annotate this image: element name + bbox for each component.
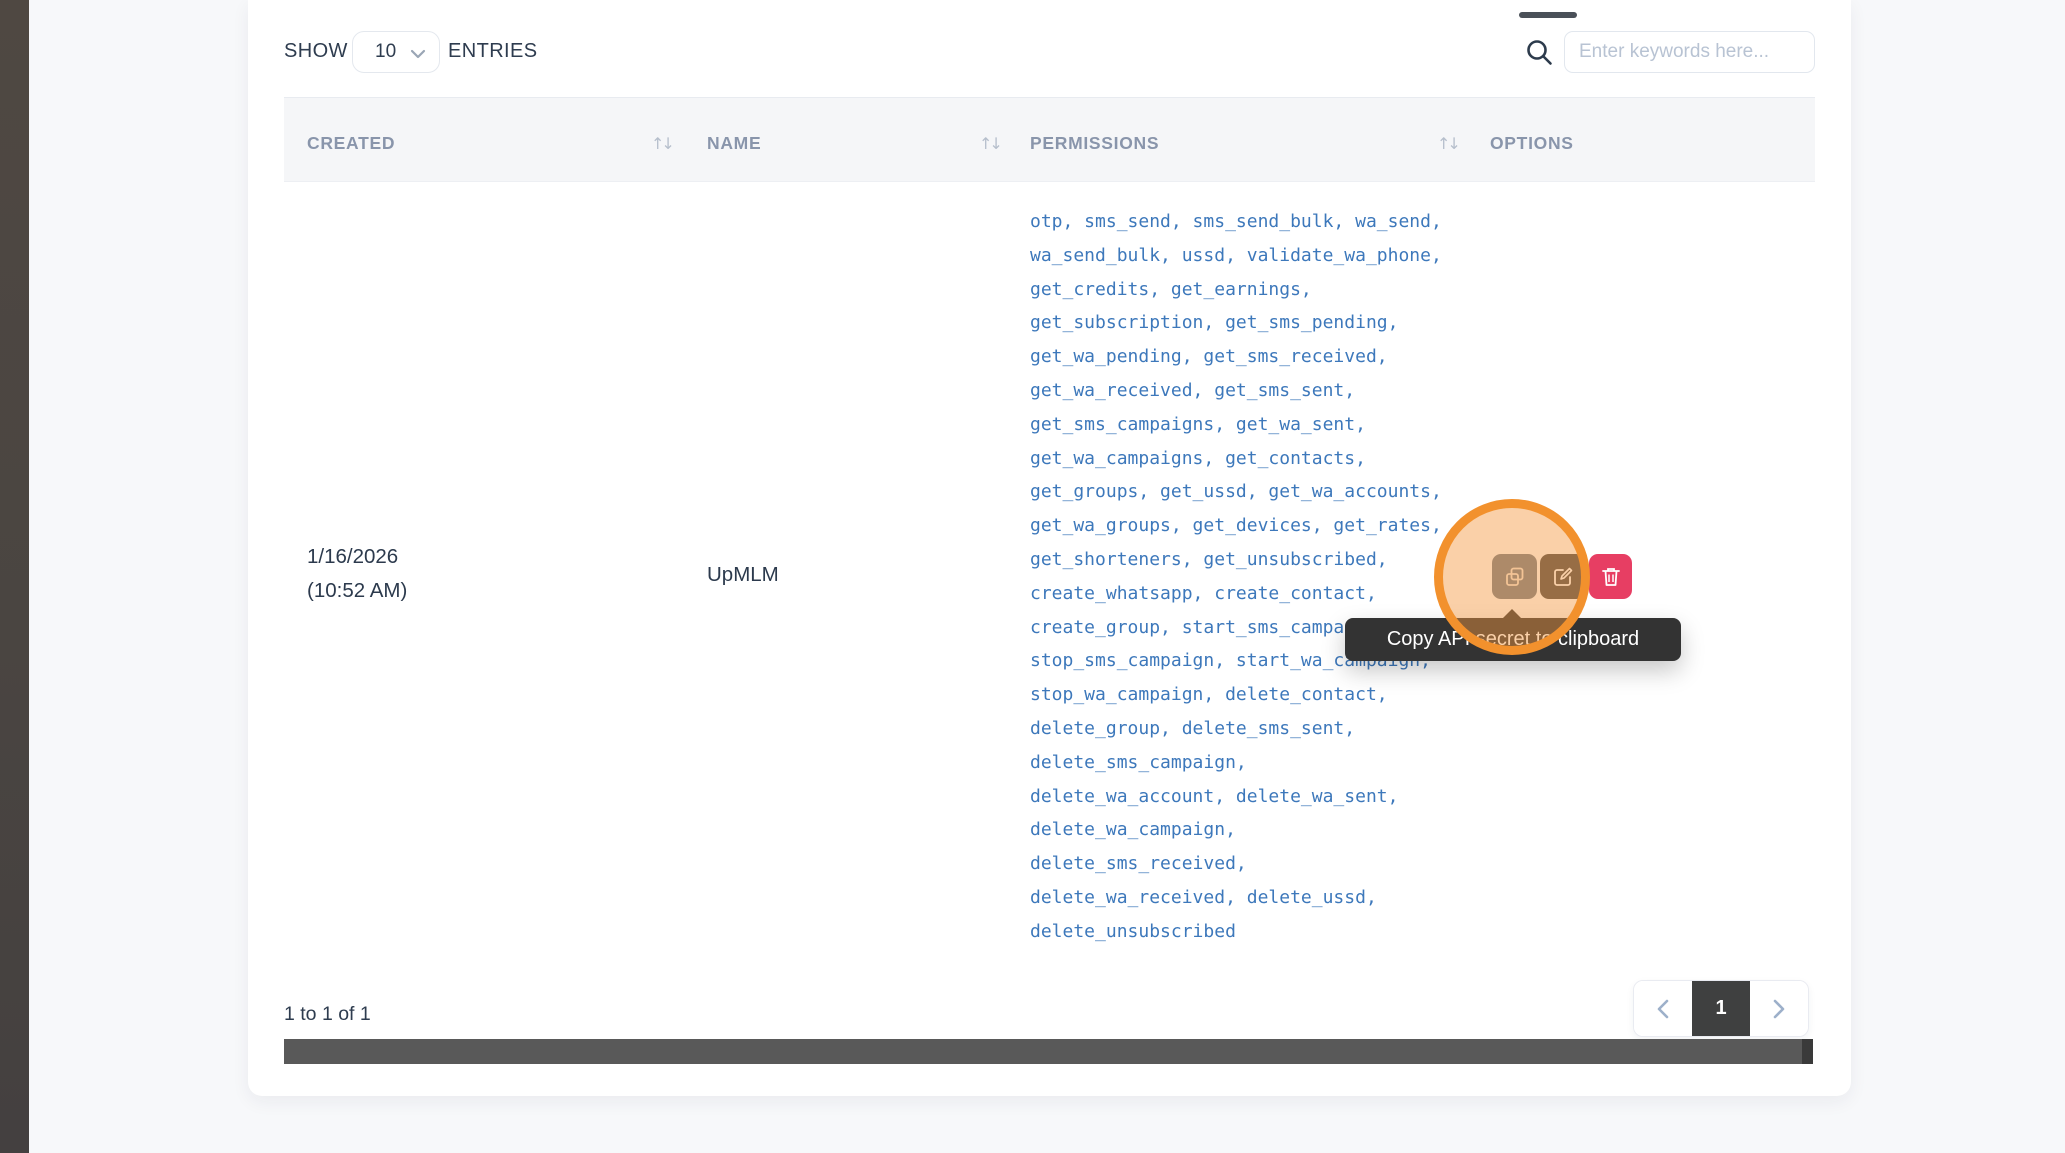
chevron-left-icon: [1655, 998, 1671, 1020]
created-cell: 1/16/2026 (10:52 AM): [307, 540, 407, 608]
sort-arrows-icon[interactable]: ↑↓: [1437, 134, 1458, 153]
pagination-range-text: 1 to 1 of 1: [284, 1003, 371, 1026]
next-page-button[interactable]: [1750, 981, 1808, 1036]
name-cell: UpMLM: [707, 563, 779, 587]
tooltip: Copy API secret to clipboard: [1345, 618, 1681, 661]
scrollbar-track-end: [1802, 1039, 1813, 1064]
trash-icon: [1601, 566, 1621, 587]
cutoff-element-top: [1519, 12, 1577, 18]
sort-arrows-icon[interactable]: ↑↓: [651, 134, 672, 153]
column-header-name[interactable]: NAME: [707, 133, 761, 154]
edit-icon: [1552, 566, 1574, 588]
permissions-cell: otp, sms_send, sms_send_bulk, wa_send, w…: [1030, 205, 1480, 949]
search-input[interactable]: [1564, 31, 1815, 73]
tooltip-arrow: [1502, 609, 1522, 619]
entries-per-page-select[interactable]: 10: [352, 31, 440, 73]
copy-icon: [1504, 566, 1526, 588]
column-header-created[interactable]: CREATED: [307, 133, 395, 154]
desktop-background-strip: [0, 0, 29, 1153]
horizontal-scrollbar[interactable]: [284, 1039, 1813, 1064]
show-label: SHOW: [284, 40, 348, 63]
column-header-permissions[interactable]: PERMISSIONS: [1030, 133, 1159, 154]
sort-arrows-icon[interactable]: ↑↓: [979, 134, 1000, 153]
created-date: 1/16/2026: [307, 540, 407, 574]
copy-api-secret-button[interactable]: [1492, 554, 1537, 599]
edit-button[interactable]: [1540, 554, 1585, 599]
created-time: (10:52 AM): [307, 574, 407, 608]
chevron-down-icon: [410, 49, 426, 59]
page-1-button[interactable]: 1: [1692, 981, 1750, 1036]
chevron-right-icon: [1771, 998, 1787, 1020]
delete-button[interactable]: [1589, 554, 1632, 599]
api-keys-page: SHOW 10 ENTRIES CREATED ↑↓ NAME ↑↓ PERMI…: [0, 0, 2065, 1153]
entries-select-value: 10: [375, 41, 396, 63]
entries-label: ENTRIES: [448, 40, 537, 63]
column-header-options: OPTIONS: [1490, 133, 1574, 154]
tooltip-text: Copy API secret to clipboard: [1387, 628, 1639, 651]
search-icon: [1524, 37, 1554, 67]
previous-page-button[interactable]: [1634, 981, 1692, 1036]
pagination: 1: [1633, 980, 1809, 1037]
